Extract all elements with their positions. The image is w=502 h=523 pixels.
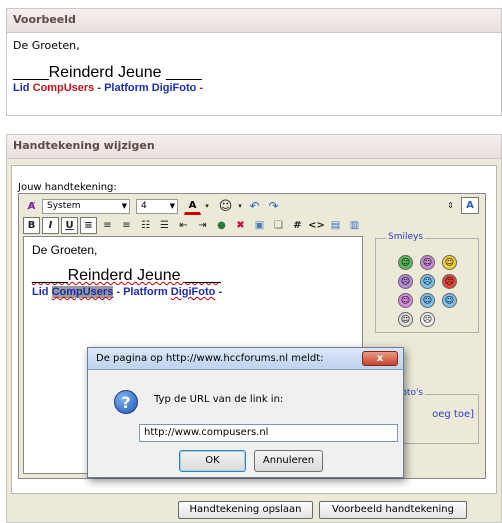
ordered-list-icon[interactable]: ☷ <box>137 217 154 234</box>
preview-body: De Groeten, ____Reinderd Jeune ____ Lid … <box>7 33 501 101</box>
preview-sep1: - <box>94 82 105 94</box>
toolbar-row-2: B I U ≡ ≡ ≡ ☷ ☰ ⇤ ⇥ ● ✖ ▣ ❏ # <> ▤ ▥ <box>23 216 363 234</box>
quote-icon[interactable]: ❏ <box>270 217 287 234</box>
signature-label: Jouw handtekening: <box>18 182 117 193</box>
preview-panel: Voorbeeld De Groeten, ____Reinderd Jeune… <box>6 8 502 116</box>
hash-button[interactable]: # <box>289 217 306 234</box>
smileys-label: Smileys <box>386 232 426 242</box>
smiley-icon[interactable]: ☹ <box>420 274 435 289</box>
chevron-down-icon[interactable]: ▾ <box>203 198 211 215</box>
underline-button[interactable]: U <box>61 216 78 234</box>
align-right-icon[interactable]: ≡ <box>118 217 135 234</box>
align-center-icon[interactable]: ≡ <box>99 217 116 234</box>
smiley-icon[interactable]: ☺ <box>398 312 413 327</box>
code-button[interactable]: <> <box>308 217 325 234</box>
italic-button[interactable]: I <box>42 216 59 234</box>
preview-signature-line: Lid CompUsers - Platform DigiFoto - <box>13 82 495 95</box>
font-family-select[interactable]: System ▼ <box>42 198 130 214</box>
dialog-message: Typ de URL van de link in: <box>154 394 284 405</box>
editor-signature-name: ____Reinderd Jeune ____ <box>32 267 354 285</box>
fotos-add-link[interactable]: oeg toe] <box>432 409 474 420</box>
dialog-titlebar: De pagina op http://www.hccforums.nl mel… <box>88 348 403 370</box>
bold-button[interactable]: B <box>23 216 40 234</box>
smiley-icon[interactable]: ☺ <box>442 293 457 308</box>
editor-name-text: ____Reinderd Jeune ____ <box>32 267 221 284</box>
preview-compusers: CompUsers <box>32 82 95 94</box>
editor-digifoto: DigiFoto <box>170 286 216 298</box>
font-color-icon[interactable]: A <box>184 198 201 215</box>
cancel-button[interactable]: Annuleren <box>254 450 323 472</box>
preview-sep2: - <box>196 82 204 94</box>
preview-signature-button[interactable]: Voorbeeld handtekening <box>319 501 467 519</box>
close-icon[interactable]: x <box>362 351 398 366</box>
smiley-icon[interactable]: ☹ <box>442 274 457 289</box>
remove-link-icon[interactable]: ✖ <box>232 217 249 234</box>
save-signature-button[interactable]: Handtekening opslaan <box>178 501 313 519</box>
chevron-down-icon: ▼ <box>169 201 175 210</box>
emoticon-icon[interactable]: ☺ <box>217 198 234 215</box>
wysiwyg-toggle-icon[interactable]: A <box>461 197 479 214</box>
smileys-grid: ☺ ☺ ☺ ☹ ☹ ☹ ☺ ☺ ☺ ☺ ☹ <box>398 255 462 327</box>
preview-lid: Lid <box>13 82 33 94</box>
insert-image-icon[interactable]: ▣ <box>251 217 268 234</box>
undo-icon[interactable]: ↶ <box>246 198 263 215</box>
button-bar: Handtekening opslaan Voorbeeld handteken… <box>7 496 501 522</box>
edit-header: Handtekening wijzigen <box>7 135 501 159</box>
editor-compusers-selected: CompUsers <box>51 286 114 298</box>
smileys-box: Smileys ☺ ☺ ☺ ☹ ☹ ☹ ☺ ☺ ☺ ☺ ☹ <box>375 232 479 333</box>
smiley-icon[interactable]: ☺ <box>398 293 413 308</box>
editor-lid: Lid <box>32 286 52 298</box>
outdent-icon[interactable]: ⇤ <box>175 217 192 234</box>
smiley-icon[interactable]: ☹ <box>398 274 413 289</box>
indent-icon[interactable]: ⇥ <box>194 217 211 234</box>
chevron-down-icon: ▼ <box>121 201 127 210</box>
ok-button[interactable]: OK <box>179 450 246 472</box>
question-icon: ? <box>114 390 138 414</box>
editor-signature-line: Lid CompUsers - Platform DigiFoto - <box>32 285 354 299</box>
redo-icon[interactable]: ↷ <box>265 198 282 215</box>
unordered-list-icon[interactable]: ☰ <box>156 217 173 234</box>
preview-header: Voorbeeld <box>7 9 501 33</box>
smiley-icon[interactable]: ☺ <box>442 255 457 270</box>
font-size-value: 4 <box>141 200 147 211</box>
smiley-icon[interactable]: ☺ <box>398 255 413 270</box>
dialog-title: De pagina op http://www.hccforums.nl mel… <box>96 353 324 364</box>
insert-link-icon[interactable]: ● <box>213 217 230 234</box>
toolbar-row-1: A̸ System ▼ 4 ▼ A ▾ ☺ ▾ ↶ ↷ <box>23 197 282 215</box>
smiley-icon[interactable]: ☹ <box>420 312 435 327</box>
align-left-icon[interactable]: ≡ <box>80 216 97 234</box>
editor-platform: Platform <box>123 286 171 298</box>
font-family-value: System <box>47 200 81 211</box>
chevron-down-icon[interactable]: ▾ <box>236 198 244 215</box>
resize-arrows-icon[interactable]: ⇕ <box>442 197 459 214</box>
smiley-icon[interactable]: ☺ <box>420 293 435 308</box>
media-icon[interactable]: ▥ <box>346 217 363 234</box>
editor-sep1: - <box>113 286 124 298</box>
editor-greeting: De Groeten, <box>32 243 98 257</box>
preview-platform: Platform DigiFoto <box>104 82 197 94</box>
preview-signature-name: ____Reinderd Jeune ____ <box>13 64 202 81</box>
preview-greeting: De Groeten, <box>13 39 80 52</box>
url-input[interactable]: http://www.compusers.nl <box>139 424 398 442</box>
font-style-icon[interactable]: A̸ <box>23 198 40 215</box>
smiley-icon[interactable]: ☺ <box>420 255 435 270</box>
url-prompt-dialog: De pagina op http://www.hccforums.nl mel… <box>87 347 404 478</box>
editor-sep2: - <box>215 286 223 298</box>
php-icon[interactable]: ▤ <box>327 217 344 234</box>
font-size-select[interactable]: 4 ▼ <box>136 198 178 214</box>
